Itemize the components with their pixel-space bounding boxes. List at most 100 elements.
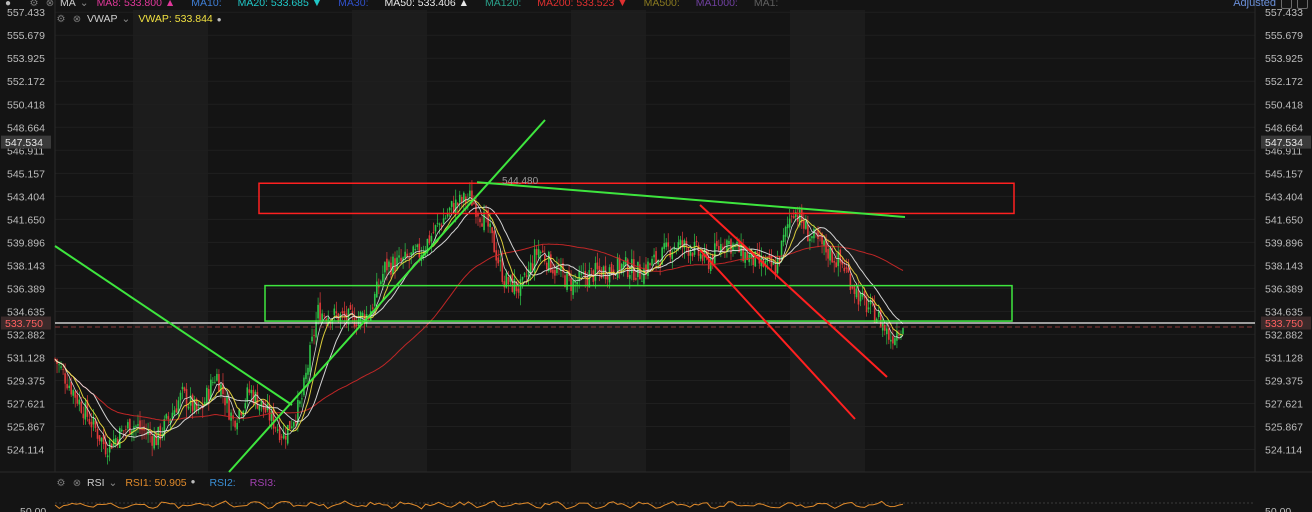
candle-body: [493, 231, 495, 253]
candle-body: [663, 243, 665, 249]
candle-body: [244, 403, 247, 409]
candle-body: [216, 373, 218, 381]
candle-body: [108, 440, 111, 453]
candle-body: [284, 435, 287, 440]
candle-body: [357, 318, 360, 326]
candle-body: [373, 293, 376, 306]
y-axis-right: 557.433555.679553.925552.172550.418548.6…: [1261, 7, 1311, 457]
candle-body: [96, 429, 99, 439]
adjusted-control[interactable]: Adjusted: [1233, 0, 1312, 11]
rsi-tick-right: 50.00: [1265, 506, 1291, 512]
candle-body: [491, 227, 493, 234]
plus-icon[interactable]: [1297, 0, 1308, 9]
candle-body: [572, 280, 574, 295]
last-price-label: 533.750: [5, 318, 43, 330]
y-tick-label-left: 529.375: [7, 375, 45, 387]
gear-icon[interactable]: ⚙: [55, 477, 67, 489]
candle-body: [531, 263, 534, 271]
candle-body: [404, 251, 406, 259]
y-tick-label-right: 536.389: [1265, 283, 1303, 295]
candle-body: [843, 268, 846, 272]
candle-body: [80, 401, 83, 413]
close-icon[interactable]: ⊗: [44, 0, 56, 9]
gear-icon[interactable]: ⚙: [55, 13, 67, 25]
candle-body: [610, 263, 613, 273]
y-tick-label-right: 527.621: [1265, 398, 1303, 410]
price-chart[interactable]: 544.480 557.433555.679553.925552.172550.…: [0, 0, 1312, 512]
y-tick-label-left: 543.404: [7, 191, 45, 203]
candle-body: [570, 278, 572, 292]
candle-body: [400, 257, 402, 261]
circle-down-icon[interactable]: ●: [2, 0, 14, 9]
candle-body: [667, 242, 670, 247]
candle-body: [208, 388, 210, 401]
rsi-values: RSI1: 50.905 ● RSI2: RSI3:: [125, 477, 290, 489]
rsi-tick-left: 50.00: [20, 506, 46, 512]
candle-body: [782, 234, 785, 243]
candle-body: [628, 274, 631, 279]
candle-body: [444, 217, 447, 219]
candle-body: [823, 240, 825, 246]
candle-body: [653, 254, 655, 258]
candle-body: [790, 216, 793, 218]
candle-body: [576, 281, 578, 285]
close-icon[interactable]: ⊗: [71, 13, 83, 25]
candle-body: [819, 236, 821, 237]
candle-body: [651, 258, 653, 266]
candle-body: [434, 225, 437, 232]
candle-body: [716, 241, 718, 247]
chevron-down-icon[interactable]: ⌄: [109, 477, 118, 489]
candle-body: [622, 261, 625, 268]
y-tick-label-right: 525.867: [1265, 421, 1303, 433]
chevron-down-icon[interactable]: ⌄: [122, 13, 131, 25]
y-tick-label-right: 545.157: [1265, 168, 1303, 180]
candle-body: [384, 262, 386, 273]
candle-body: [523, 273, 526, 275]
candle-body: [432, 232, 435, 233]
candle-body: [614, 277, 617, 279]
candle-body: [236, 422, 238, 430]
chevron-down-icon[interactable]: ⌄: [80, 0, 89, 9]
y-tick-label-right: 532.882: [1265, 329, 1303, 341]
candle-body: [396, 257, 398, 270]
candle-body: [187, 406, 190, 409]
candle-body: [307, 367, 309, 375]
candle-body: [280, 436, 283, 438]
candle-body: [507, 277, 510, 285]
candle-body: [361, 312, 364, 317]
candle-body: [301, 398, 303, 400]
close-icon[interactable]: ⊗: [71, 477, 83, 489]
candle-body: [179, 392, 182, 401]
candle-body: [511, 274, 514, 292]
candle-body: [135, 425, 137, 427]
candle-body: [351, 311, 354, 314]
candle-body: [392, 256, 394, 275]
candle-body: [713, 243, 716, 264]
candle-body: [545, 262, 548, 270]
candle-body: [877, 311, 880, 318]
candle-body: [590, 268, 593, 269]
y-tick-label-right: 529.375: [1265, 375, 1303, 387]
candle-body: [438, 223, 441, 226]
candle-body: [718, 246, 720, 251]
candle-body: [867, 307, 870, 310]
candle-body: [689, 250, 692, 256]
candle-body: [809, 238, 811, 242]
session-band: [571, 10, 646, 472]
gear-icon[interactable]: ⚙: [28, 0, 40, 9]
candle-body: [578, 270, 580, 282]
candle-body: [701, 254, 704, 261]
y-tick-label-left: 524.114: [7, 445, 44, 457]
y-tick-label-left: 527.621: [7, 398, 45, 410]
candle-body: [288, 421, 291, 429]
minus-icon[interactable]: [1281, 0, 1292, 9]
candle-body: [649, 263, 651, 266]
candle-body: [503, 281, 506, 288]
candle-body: [246, 387, 249, 402]
candle-body: [744, 251, 746, 263]
candle-body: [175, 408, 178, 413]
candle-body: [155, 434, 157, 446]
candle-body: [479, 218, 481, 223]
candle-body: [68, 385, 70, 388]
candle-body: [165, 414, 168, 419]
